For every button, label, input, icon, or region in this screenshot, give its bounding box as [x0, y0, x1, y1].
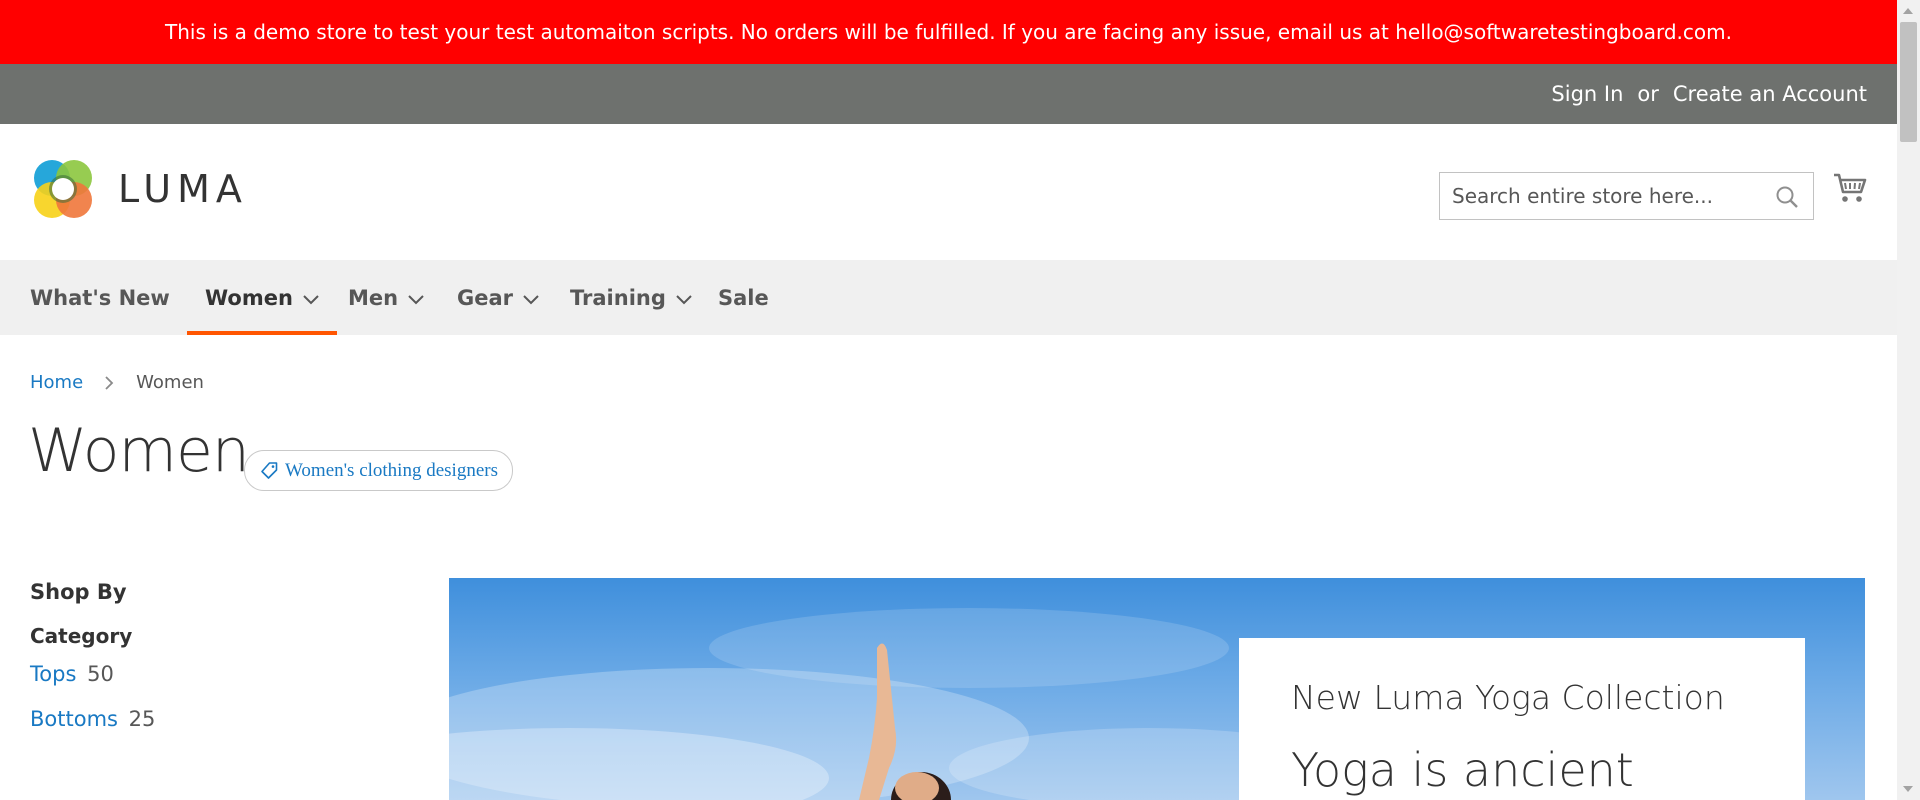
demo-notice-text: This is a demo store to test your test a…: [165, 20, 1732, 44]
sign-in-link[interactable]: Sign In: [1551, 82, 1623, 106]
main-nav: What's New Women Men Gear Training Sale: [0, 260, 1897, 335]
create-account-link[interactable]: Create an Account: [1673, 82, 1867, 106]
nav-item-label: Sale: [718, 285, 769, 310]
hero-subtitle: New Luma Yoga Collection: [1291, 678, 1725, 717]
category-filter-title[interactable]: Category: [30, 624, 132, 648]
chevron-right-icon: [105, 375, 114, 390]
filter-count: 25: [128, 707, 156, 731]
scrollbar-thumb[interactable]: [1900, 22, 1917, 142]
breadcrumb-current: Women: [136, 372, 204, 393]
luma-logo[interactable]: LUMA: [30, 156, 248, 222]
search-box: [1439, 172, 1814, 220]
nav-item-label: What's New: [30, 285, 170, 310]
nav-item-women[interactable]: Women: [187, 260, 337, 335]
or-separator: or: [1637, 82, 1659, 106]
scroll-up-arrow-icon[interactable]: [1903, 8, 1913, 14]
page-header: LUMA: [0, 124, 1897, 260]
nav-item-men[interactable]: Men: [348, 260, 424, 335]
nav-item-label: Women: [205, 285, 293, 310]
filter-link-tops[interactable]: Tops: [30, 662, 76, 686]
filter-link-bottoms[interactable]: Bottoms: [30, 707, 118, 731]
demo-notice-bar: This is a demo store to test your test a…: [0, 0, 1897, 64]
filter-item-tops: Tops 50: [30, 662, 114, 686]
nav-item-training[interactable]: Training: [570, 260, 692, 335]
logo-text: LUMA: [118, 167, 248, 211]
chevron-down-icon: [523, 286, 539, 310]
nav-item-gear[interactable]: Gear: [457, 260, 539, 335]
hero-promo-card: New Luma Yoga Collection Yoga is ancient: [1239, 638, 1805, 800]
tag-icon: [261, 461, 278, 479]
hero-heading: Yoga is ancient: [1291, 743, 1634, 797]
designer-tag-link[interactable]: Women's clothing designers: [244, 450, 513, 491]
shop-by-heading: Shop By: [30, 580, 127, 604]
designer-tag-label: Women's clothing designers: [285, 459, 498, 481]
nav-item-label: Men: [348, 285, 399, 310]
breadcrumb: Home Women: [30, 372, 204, 393]
breadcrumb-home-link[interactable]: Home: [30, 372, 83, 393]
filter-item-bottoms: Bottoms 25: [30, 707, 155, 731]
header-panel: Sign In or Create an Account: [0, 64, 1897, 124]
filter-count: 50: [87, 662, 114, 686]
nav-item-whats-new[interactable]: What's New: [30, 260, 170, 335]
chevron-down-icon: [408, 286, 424, 310]
nav-item-label: Gear: [457, 285, 514, 310]
nav-item-label: Training: [570, 285, 666, 310]
nav-item-sale[interactable]: Sale: [718, 260, 769, 335]
page-title: Women: [28, 416, 250, 486]
chevron-down-icon: [303, 286, 319, 310]
chevron-down-icon: [676, 286, 692, 310]
search-input[interactable]: [1452, 184, 1762, 208]
page-scrollbar[interactable]: [1897, 0, 1920, 800]
hero-banner[interactable]: New Luma Yoga Collection Yoga is ancient: [449, 578, 1865, 800]
scroll-down-arrow-icon[interactable]: [1903, 786, 1913, 792]
cart-icon[interactable]: [1833, 172, 1867, 208]
luma-logo-icon: [34, 160, 92, 218]
search-icon[interactable]: [1775, 185, 1799, 213]
